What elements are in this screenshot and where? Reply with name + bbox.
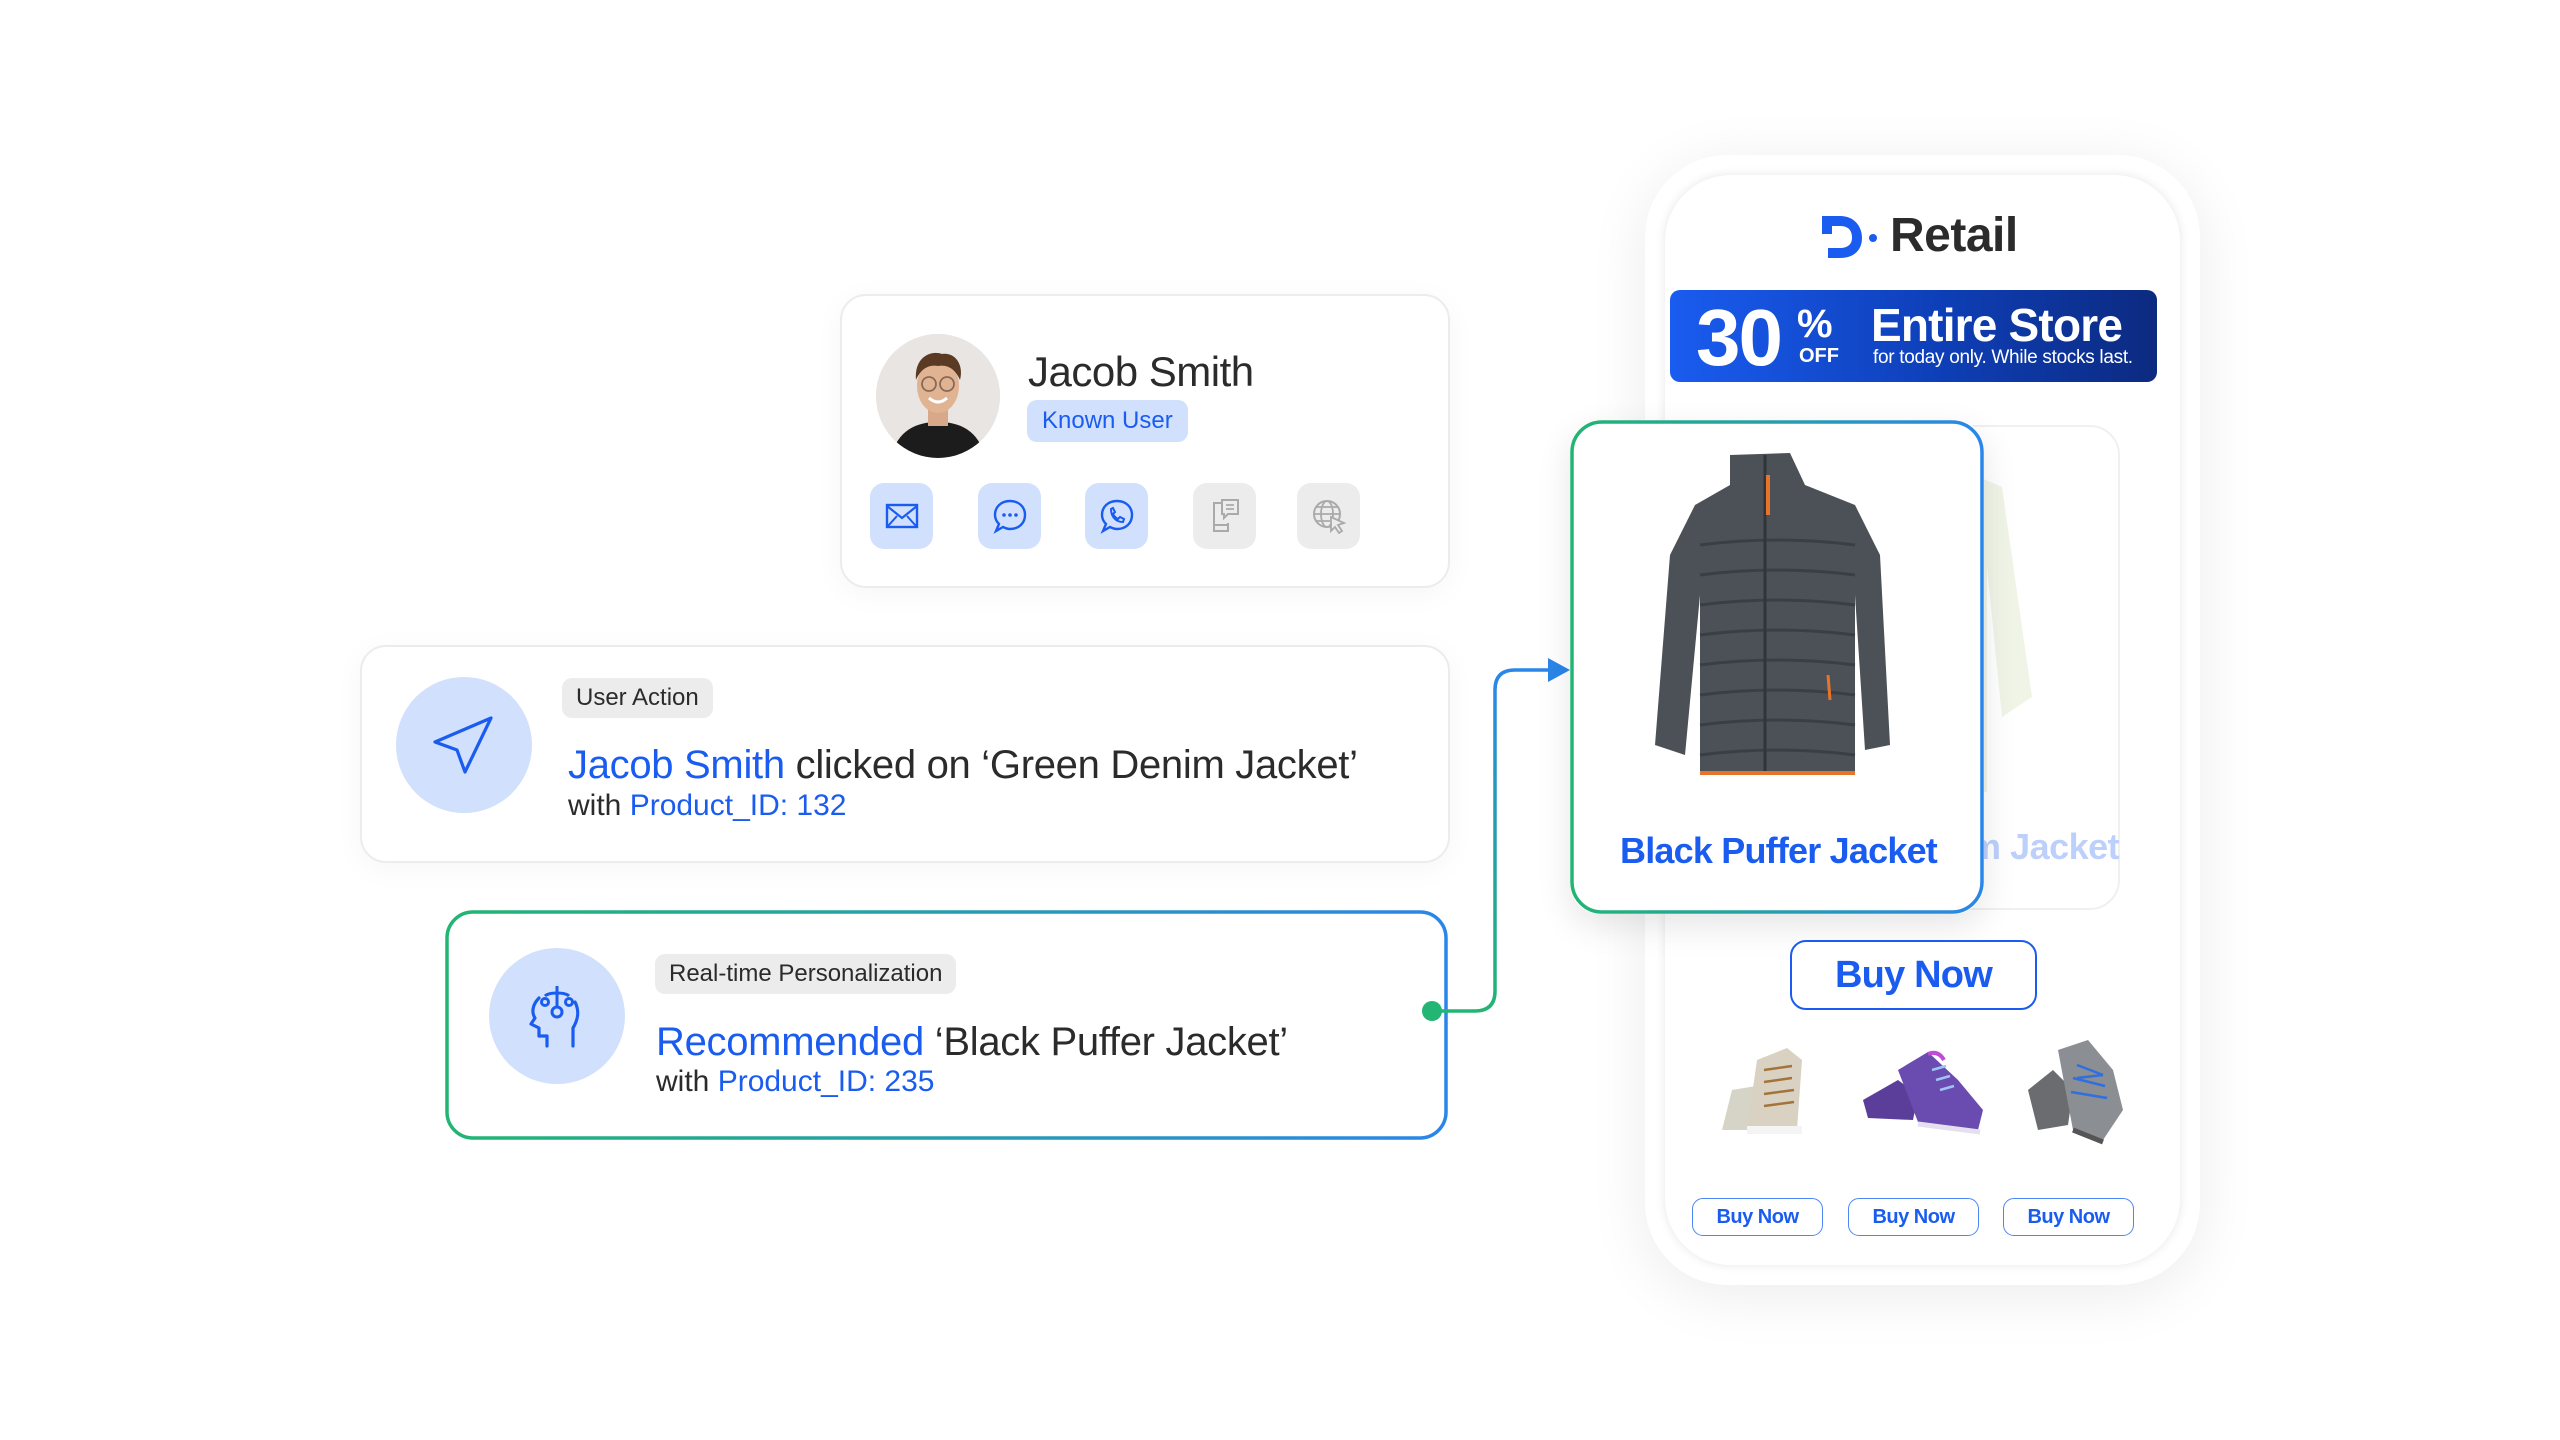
flow-connector bbox=[1422, 658, 1570, 1021]
d-logo-icon bbox=[1822, 215, 1877, 258]
related-product-1[interactable] bbox=[1702, 1030, 1832, 1150]
profile-name: Jacob Smith bbox=[1028, 348, 1254, 395]
buy-now-button-product-2[interactable]: Buy Now bbox=[1848, 1198, 1979, 1236]
mobile-message-icon bbox=[1212, 499, 1239, 532]
whatsapp-icon bbox=[1099, 499, 1133, 534]
avatar bbox=[876, 334, 1000, 458]
user-action-subline: with Product_ID: 132 bbox=[568, 789, 847, 822]
user-action-card: User Action Jacob Smith clicked on ‘Gree… bbox=[360, 645, 1450, 863]
personalization-tag: Real-time Personalization bbox=[655, 954, 957, 994]
grey-hiking-shoe-image bbox=[2028, 1040, 2123, 1145]
channel-web[interactable] bbox=[1297, 483, 1360, 549]
percent-sign: % bbox=[1797, 302, 1833, 346]
related-product-2[interactable] bbox=[1858, 1030, 1988, 1150]
web-click-icon bbox=[1312, 500, 1346, 535]
channel-mobile-message[interactable] bbox=[1193, 483, 1256, 549]
personalization-icon-circle bbox=[489, 948, 625, 1084]
navigation-arrow-icon bbox=[433, 716, 493, 774]
featured-product-card[interactable]: Black Puffer Jacket bbox=[1570, 420, 1984, 914]
personalization-headline: Recommended ‘Black Puffer Jacket’ bbox=[656, 1020, 1288, 1064]
black-puffer-jacket-image bbox=[1655, 453, 1890, 775]
channel-whatsapp[interactable] bbox=[1085, 483, 1148, 549]
personalization-card: Real-time Personalization Recommended ‘B… bbox=[445, 910, 1448, 1140]
product-id-link[interactable]: Product_ID: 235 bbox=[718, 1065, 935, 1098]
channel-email[interactable] bbox=[870, 483, 933, 549]
user-profile-card: Jacob Smith Known User bbox=[840, 294, 1450, 588]
action-icon-circle bbox=[396, 677, 532, 813]
buy-now-button-product-1[interactable]: Buy Now bbox=[1692, 1198, 1823, 1236]
chat-icon bbox=[992, 499, 1026, 534]
brand-name: Retail bbox=[1890, 209, 2018, 262]
user-action-headline: Jacob Smith clicked on ‘Green Denim Jack… bbox=[568, 743, 1358, 787]
banner-subtitle: for today only. While stocks last. bbox=[1873, 347, 2133, 368]
arrow-head-icon bbox=[1548, 658, 1570, 682]
connector-dot bbox=[1422, 1001, 1442, 1021]
beige-sneaker-image bbox=[1722, 1048, 1802, 1134]
user-action-tag: User Action bbox=[562, 678, 713, 718]
brain-head-icon bbox=[529, 986, 580, 1048]
product-id-link[interactable]: Product_ID: 132 bbox=[630, 789, 847, 822]
banner-title: Entire Store bbox=[1871, 299, 2123, 351]
promo-banner[interactable]: 30 % OFF Entire Store for today only. Wh… bbox=[1670, 290, 2157, 382]
personalization-subline: with Product_ID: 235 bbox=[656, 1065, 935, 1098]
actor-name[interactable]: Jacob Smith bbox=[568, 743, 785, 787]
purple-shoe-image bbox=[1863, 1050, 1983, 1135]
recommended-label: Recommended bbox=[656, 1020, 924, 1064]
known-user-badge: Known User bbox=[1027, 400, 1188, 442]
brand-logo: Retail bbox=[1820, 208, 2018, 263]
email-icon bbox=[885, 503, 918, 529]
channel-chat[interactable] bbox=[978, 483, 1041, 549]
discount-value: 30 bbox=[1696, 293, 1783, 382]
featured-product-name: Black Puffer Jacket bbox=[1620, 830, 1938, 871]
off-label: OFF bbox=[1799, 345, 1839, 367]
buy-now-button[interactable]: Buy Now bbox=[1790, 940, 2037, 1010]
related-product-3[interactable] bbox=[2013, 1030, 2143, 1150]
buy-now-button-product-3[interactable]: Buy Now bbox=[2003, 1198, 2134, 1236]
